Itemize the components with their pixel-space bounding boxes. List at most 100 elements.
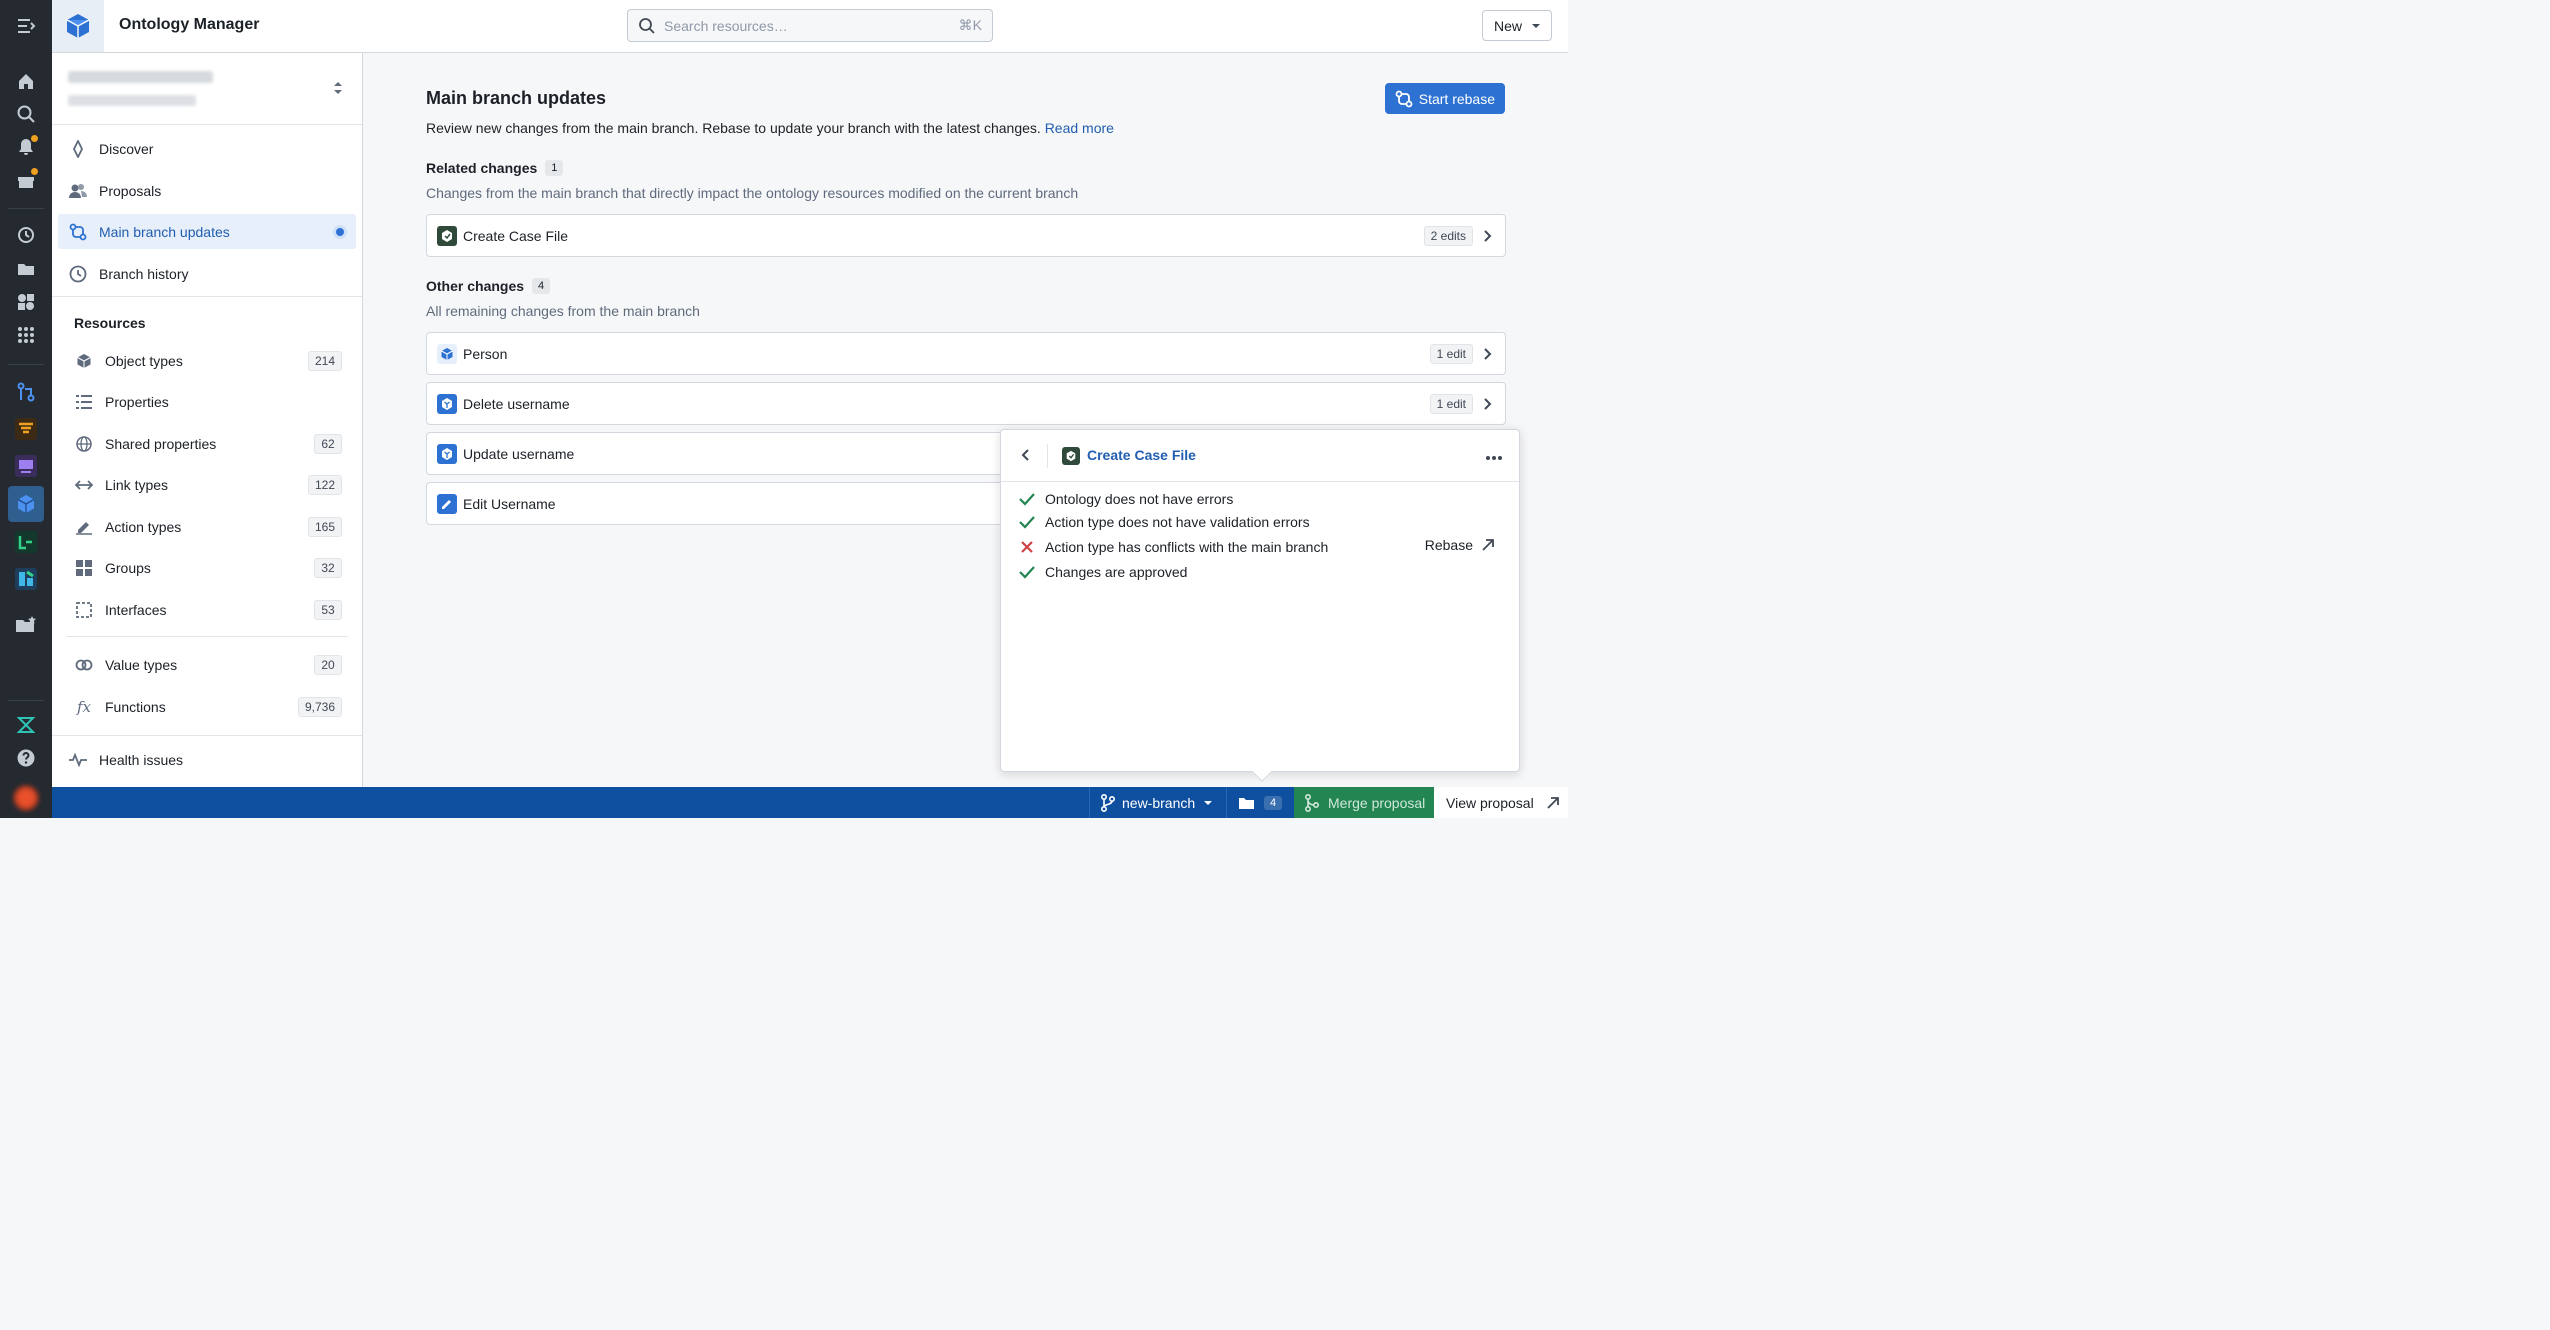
sidebar-item-properties[interactable]: Properties <box>58 384 356 419</box>
search-placeholder: Search resources… <box>664 17 788 34</box>
home-icon[interactable] <box>13 68 39 94</box>
app-rail <box>0 0 52 818</box>
count-badge: 32 <box>314 557 342 578</box>
count-badge: 20 <box>314 654 342 675</box>
changes-count: 4 <box>1264 795 1283 810</box>
gift-icon[interactable] <box>13 167 39 193</box>
checks-popover: Create Case File Ontology does not have … <box>1000 429 1520 782</box>
user-avatar-icon[interactable] <box>13 785 39 811</box>
merge-proposal-button[interactable]: Merge proposal <box>1294 787 1434 818</box>
caret-down-icon <box>1204 800 1213 805</box>
notifications-icon[interactable] <box>13 134 39 160</box>
branch-space-redacted <box>68 95 196 106</box>
top-header: Ontology Manager Search resources… ⌘K Ne… <box>52 0 1568 53</box>
sidebar-item-functions[interactable]: fx Functions 9,736 <box>58 689 356 724</box>
change-row-create-case-file[interactable]: Create Case File 2 edits <box>426 214 1506 257</box>
other-changes-heading: Other changes 4 <box>426 278 551 294</box>
sidebar-item-discover[interactable]: Discover <box>58 131 356 166</box>
apps-shapes-icon[interactable] <box>13 289 39 315</box>
sidebar-item-shared-properties[interactable]: Shared properties 62 <box>58 426 356 461</box>
sidebar-item-link-types[interactable]: Link types 122 <box>58 467 356 502</box>
sidebar-item-health-issues[interactable]: Health issues <box>58 742 356 777</box>
sidebar-item-action-types[interactable]: Action types 165 <box>58 509 356 544</box>
ontology-logo-icon <box>52 0 104 52</box>
count-badge: 62 <box>314 433 342 454</box>
chevron-right-icon <box>1483 229 1493 243</box>
rebase-link[interactable]: Rebase <box>1425 537 1495 553</box>
git-merge-icon <box>1305 793 1320 812</box>
view-proposal-button[interactable]: View proposal <box>1434 787 1568 818</box>
app-title: Ontology Manager <box>119 16 260 33</box>
pipeline-app-icon[interactable] <box>13 529 39 555</box>
chevron-left-icon[interactable] <box>1019 447 1033 466</box>
ontology-app-icon[interactable] <box>13 491 39 517</box>
rebase-icon <box>1395 90 1413 107</box>
edits-badge: 2 edits <box>1423 225 1473 246</box>
action-type-icon <box>1062 447 1080 465</box>
chevron-right-icon <box>1483 397 1493 411</box>
search-icon[interactable] <box>13 101 39 127</box>
chevron-right-icon <box>1483 347 1493 361</box>
sidebar-item-label: Shared properties <box>105 435 217 452</box>
sidebar-item-label: Main branch updates <box>99 223 230 240</box>
search-input[interactable]: Search resources… ⌘K <box>627 9 993 42</box>
compass-icon <box>68 139 88 159</box>
read-more-link[interactable]: Read more <box>1045 120 1114 136</box>
sidebar-item-proposals[interactable]: Proposals <box>58 173 356 208</box>
search-shortcut: ⌘K <box>958 17 982 33</box>
workshop-app-icon[interactable] <box>13 566 39 592</box>
change-row-person[interactable]: Person 1 edit <box>426 332 1506 375</box>
funnel-app-icon[interactable] <box>13 416 39 442</box>
checkmark-icon <box>1017 515 1037 529</box>
change-row-label: Delete username <box>463 395 570 412</box>
arrow-top-right-icon <box>1482 539 1494 551</box>
favorites-folder-icon[interactable] <box>13 612 39 638</box>
branch-selector[interactable] <box>52 53 362 125</box>
grid-icon[interactable] <box>13 322 39 348</box>
double-caret-icon <box>334 82 342 94</box>
change-row-delete-username[interactable]: Delete username 1 edit <box>426 382 1506 425</box>
resources-heading: Resources <box>74 315 146 331</box>
sidebar-item-value-types[interactable]: Value types 20 <box>58 647 356 682</box>
action-type-icon <box>437 443 457 464</box>
sidebar-item-main-branch-updates[interactable]: Main branch updates <box>58 214 356 249</box>
lab-app-icon[interactable] <box>13 712 39 738</box>
sidebar-item-branch-history[interactable]: Branch history <box>58 256 356 291</box>
branches-icon[interactable] <box>13 379 39 405</box>
sidebar-item-label: Link types <box>105 476 169 493</box>
folder-icon[interactable] <box>13 256 39 282</box>
unread-dot <box>336 227 344 236</box>
start-rebase-label: Start rebase <box>1418 90 1495 107</box>
edit-action-icon <box>74 517 94 537</box>
sidebar: Discover Proposals Main branch updates B… <box>52 53 363 787</box>
change-row-label: Update username <box>463 445 575 462</box>
start-rebase-button[interactable]: Start rebase <box>1384 83 1505 114</box>
folder-open-icon <box>1239 797 1254 809</box>
edits-badge: 1 edit <box>1429 343 1473 364</box>
menu-toggle-icon[interactable] <box>13 13 39 39</box>
git-branch-icon <box>1101 793 1116 812</box>
popover-title[interactable]: Create Case File <box>1087 447 1196 463</box>
grid-squares-icon <box>74 558 94 578</box>
dashboard-app-icon[interactable] <box>13 453 39 479</box>
cross-icon <box>1017 541 1037 553</box>
related-changes-description: Changes from the main branch that direct… <box>426 185 1079 201</box>
change-row-label: Create Case File <box>463 227 569 244</box>
caret-down-icon <box>1532 23 1540 28</box>
sidebar-item-object-types[interactable]: Object types 214 <box>58 343 356 378</box>
sidebar-item-label: Branch history <box>99 265 189 282</box>
count-badge: 122 <box>307 474 342 495</box>
view-proposal-label: View proposal <box>1446 794 1534 811</box>
page-description: Review new changes from the main branch.… <box>426 120 1114 136</box>
change-row-label: Edit Username <box>463 495 556 512</box>
help-icon[interactable] <box>13 745 39 771</box>
sidebar-item-interfaces[interactable]: Interfaces 53 <box>58 592 356 627</box>
history-icon[interactable] <box>13 222 39 248</box>
more-options-icon[interactable] <box>1485 448 1503 464</box>
new-button[interactable]: New <box>1482 10 1552 41</box>
branch-selector-button[interactable]: new-branch <box>1100 787 1213 818</box>
sidebar-item-groups[interactable]: Groups 32 <box>58 550 356 585</box>
changes-folder-button[interactable]: 4 <box>1238 787 1283 818</box>
page-title: Main branch updates <box>426 88 607 108</box>
cube-icon <box>74 351 94 371</box>
